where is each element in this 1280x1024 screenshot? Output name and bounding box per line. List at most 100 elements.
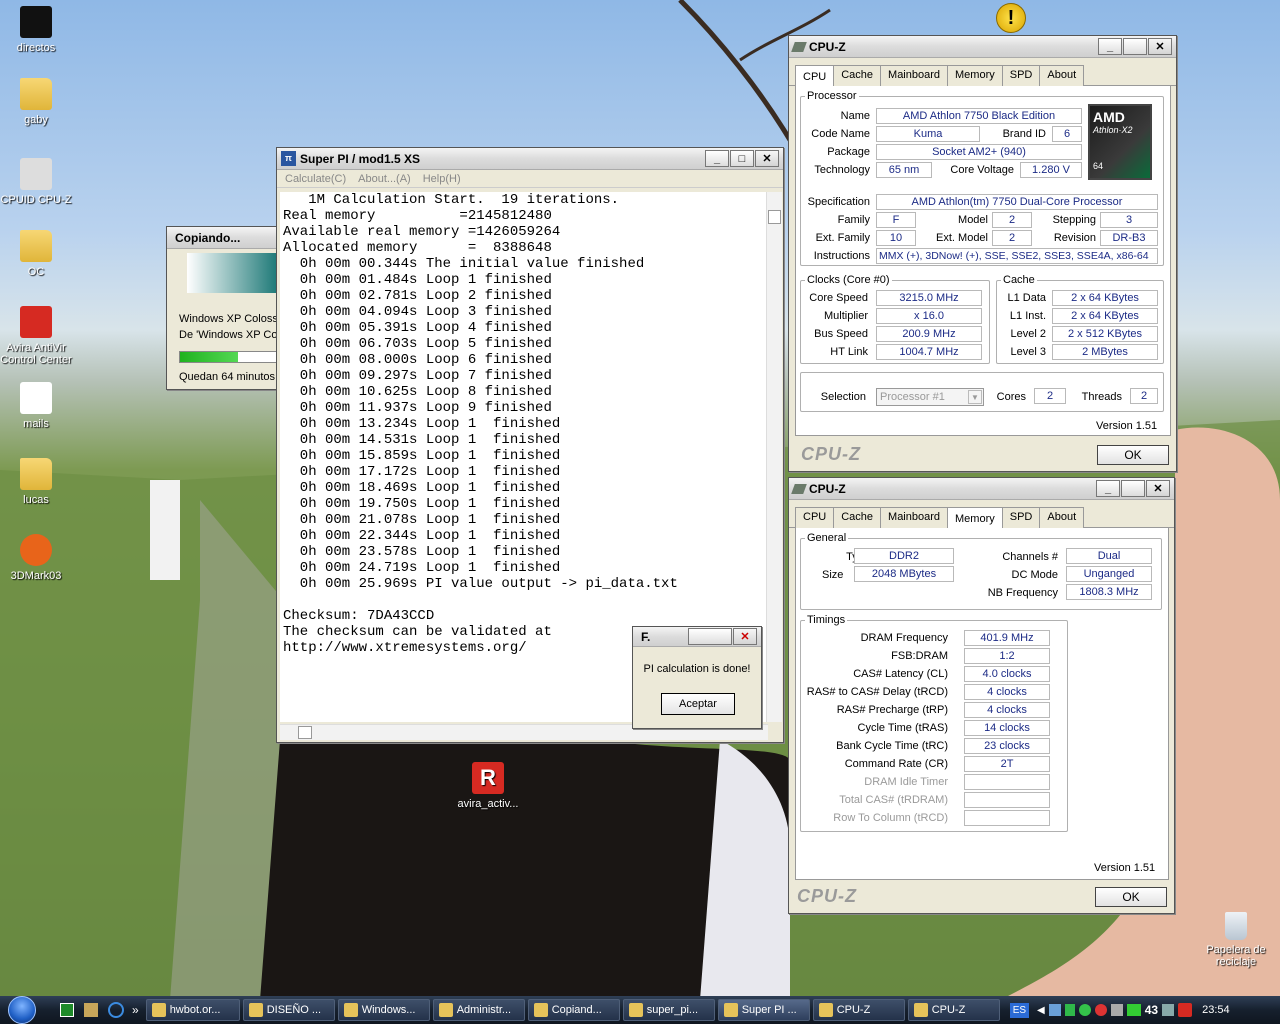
superpi-titlebar[interactable]: π Super PI / mod1.5 XS _ □ ✕ — [277, 148, 783, 170]
ok-button[interactable]: OK — [1097, 445, 1169, 465]
version-label: Version 1.51 — [1094, 862, 1156, 874]
close-button[interactable]: ✕ — [1146, 480, 1170, 497]
desktop-icon[interactable]: 3DMark03 — [0, 534, 72, 582]
desktop-icon-recycle-bin[interactable]: Papelera de reciclaje — [1200, 912, 1272, 968]
copy-progress-bar — [179, 351, 277, 363]
language-indicator[interactable]: ES — [1009, 1002, 1030, 1018]
desktop-icon[interactable]: lucas — [0, 458, 72, 506]
minimize-button[interactable]: _ — [1096, 480, 1120, 497]
desktop-icon[interactable]: OC — [0, 230, 72, 278]
tray-arrow-icon[interactable]: ◀ — [1037, 1005, 1045, 1016]
timing-value: 4.0 clocks — [964, 666, 1050, 682]
ok-button[interactable]: OK — [1095, 887, 1167, 907]
quicklaunch-ie-icon[interactable] — [108, 1002, 124, 1018]
tab-mainboard[interactable]: Mainboard — [880, 65, 949, 86]
tray-avira-icon[interactable] — [1178, 1003, 1193, 1017]
taskbar-button[interactable]: hwbot.or... — [145, 999, 240, 1021]
taskbar-button[interactable]: Windows... — [337, 999, 430, 1021]
warning-icon[interactable]: ! — [996, 3, 1026, 33]
tab-spd[interactable]: SPD — [1001, 65, 1041, 86]
taskbar-button-label: DISEÑO ... — [266, 1004, 322, 1016]
desktop-item-icon — [20, 382, 52, 414]
desktop-icon[interactable]: gaby — [0, 78, 72, 126]
tray-users-icon[interactable] — [1162, 1004, 1175, 1016]
tray-disabled-icon[interactable] — [1094, 1004, 1107, 1016]
aceptar-button[interactable]: Aceptar — [661, 693, 735, 715]
tray-device-icon[interactable] — [1110, 1004, 1123, 1016]
timing-label: Command Rate (CR) — [844, 758, 948, 770]
tab-about[interactable]: About — [1039, 65, 1085, 86]
taskbar-buttons: hwbot.or... DISEÑO ... Windows... Administr… — [143, 999, 1000, 1021]
quicklaunch-expand-icon[interactable]: » — [132, 1003, 139, 1017]
log-line: 0h 00m 05.391s Loop 4 finished — [283, 320, 552, 336]
desktop-icon[interactable]: mails — [0, 382, 72, 430]
desktop-icon[interactable]: directos — [0, 6, 72, 54]
cpuz-cpu-window: CPU-Z _ ✕ CPU Cache Mainboard Memory SPD Abou… — [788, 35, 1177, 472]
tab-memory[interactable]: Memory — [947, 507, 1003, 528]
tab-memory[interactable]: Memory — [947, 65, 1003, 86]
menu-item[interactable]: Calculate(C) — [285, 173, 346, 185]
desktop-icon-avira[interactable]: R avira_activ... — [450, 762, 526, 810]
desktop-icon-label: mails — [23, 418, 49, 430]
taskbar-clock[interactable]: 23:54 — [1202, 1004, 1230, 1016]
maximize-button[interactable]: □ — [730, 150, 754, 167]
family-value: F — [876, 212, 916, 228]
maximize-button[interactable] — [1121, 480, 1145, 497]
menu-item[interactable]: About...(A) — [358, 173, 411, 185]
tray-battery-icon[interactable] — [1064, 1004, 1075, 1016]
tray-number[interactable]: 43 — [1145, 1003, 1158, 1017]
maximize-button[interactable] — [1123, 38, 1147, 55]
log-line: Checksum: 7DA43CCD — [283, 608, 435, 624]
timing-label: DRAM Frequency — [860, 632, 948, 644]
taskbar-button[interactable]: CPU-Z — [907, 999, 1000, 1021]
close-button[interactable]: ✕ — [755, 150, 779, 167]
log-line: 0h 00m 14.531s Loop 1 finished — [283, 432, 561, 448]
cpuz-titlebar[interactable]: CPU-Z _ ✕ — [789, 478, 1174, 500]
log-line: 0h 00m 11.937s Loop 9 finished — [283, 400, 552, 416]
revision-value: DR-B3 — [1100, 230, 1158, 246]
message-box-titlebar[interactable]: F. ✕ — [633, 627, 761, 647]
copy-remaining: Quedan 64 minutos — [179, 371, 276, 383]
minimize-button[interactable] — [688, 628, 732, 645]
desktop-icon[interactable]: Avira AntiVir Control Center — [0, 306, 72, 366]
start-button[interactable] — [0, 996, 44, 1024]
clock-label: Bus Speed — [814, 328, 868, 340]
taskbar-button[interactable]: Copiand... — [527, 999, 620, 1021]
taskbar-button[interactable]: CPU-Z — [812, 999, 905, 1021]
tab-spd[interactable]: SPD — [1001, 507, 1041, 528]
scroll-thumb[interactable] — [768, 210, 781, 224]
taskbar-button[interactable]: super_pi... — [622, 999, 715, 1021]
taskbar-button[interactable]: DISEÑO ... — [242, 999, 335, 1021]
log-line: 0h 00m 10.625s Loop 8 finished — [283, 384, 552, 400]
system-tray: ◀ 43 — [1037, 1003, 1193, 1017]
menu-item[interactable]: Help(H) — [423, 173, 461, 185]
minimize-button[interactable]: _ — [705, 150, 729, 167]
scroll-thumb[interactable] — [298, 726, 312, 739]
log-line: 0h 00m 00.344s The initial value finishe… — [283, 256, 645, 272]
taskbar-button-label: Super PI ... — [741, 1004, 797, 1016]
brandid-label: Brand ID — [1002, 128, 1046, 140]
tab-cache[interactable]: Cache — [833, 65, 882, 86]
tab-cpu[interactable]: CPU — [795, 65, 835, 86]
vertical-scrollbar[interactable] — [766, 192, 782, 722]
desktop-icon[interactable]: CPUID CPU-Z — [0, 158, 72, 206]
tab-mainboard[interactable]: Mainboard — [880, 507, 949, 528]
close-button[interactable]: ✕ — [733, 628, 757, 645]
tray-network-icon[interactable] — [1048, 1004, 1061, 1016]
taskbar-button[interactable]: Administr... — [432, 999, 525, 1021]
tab-cpu[interactable]: CPU — [795, 507, 835, 528]
desktop-item-icon — [20, 230, 52, 262]
desktop-icon-label: Papelera de reciclaje — [1206, 944, 1266, 968]
quicklaunch-p-icon[interactable] — [60, 1003, 74, 1017]
processor-select[interactable]: Processor #1 ▼ — [876, 388, 984, 406]
copy-dialog-titlebar[interactable]: Copiando... — [167, 227, 277, 249]
quicklaunch-explorer-icon[interactable] — [84, 1003, 98, 1017]
close-button[interactable]: ✕ — [1148, 38, 1172, 55]
minimize-button[interactable]: _ — [1098, 38, 1122, 55]
tray-signal-icon[interactable] — [1126, 1004, 1141, 1016]
tray-shield-icon[interactable] — [1078, 1004, 1091, 1016]
tab-cache[interactable]: Cache — [833, 507, 882, 528]
cpuz-titlebar[interactable]: CPU-Z _ ✕ — [789, 36, 1176, 58]
taskbar-button[interactable]: Super PI ... — [717, 999, 810, 1021]
tab-about[interactable]: About — [1039, 507, 1085, 528]
